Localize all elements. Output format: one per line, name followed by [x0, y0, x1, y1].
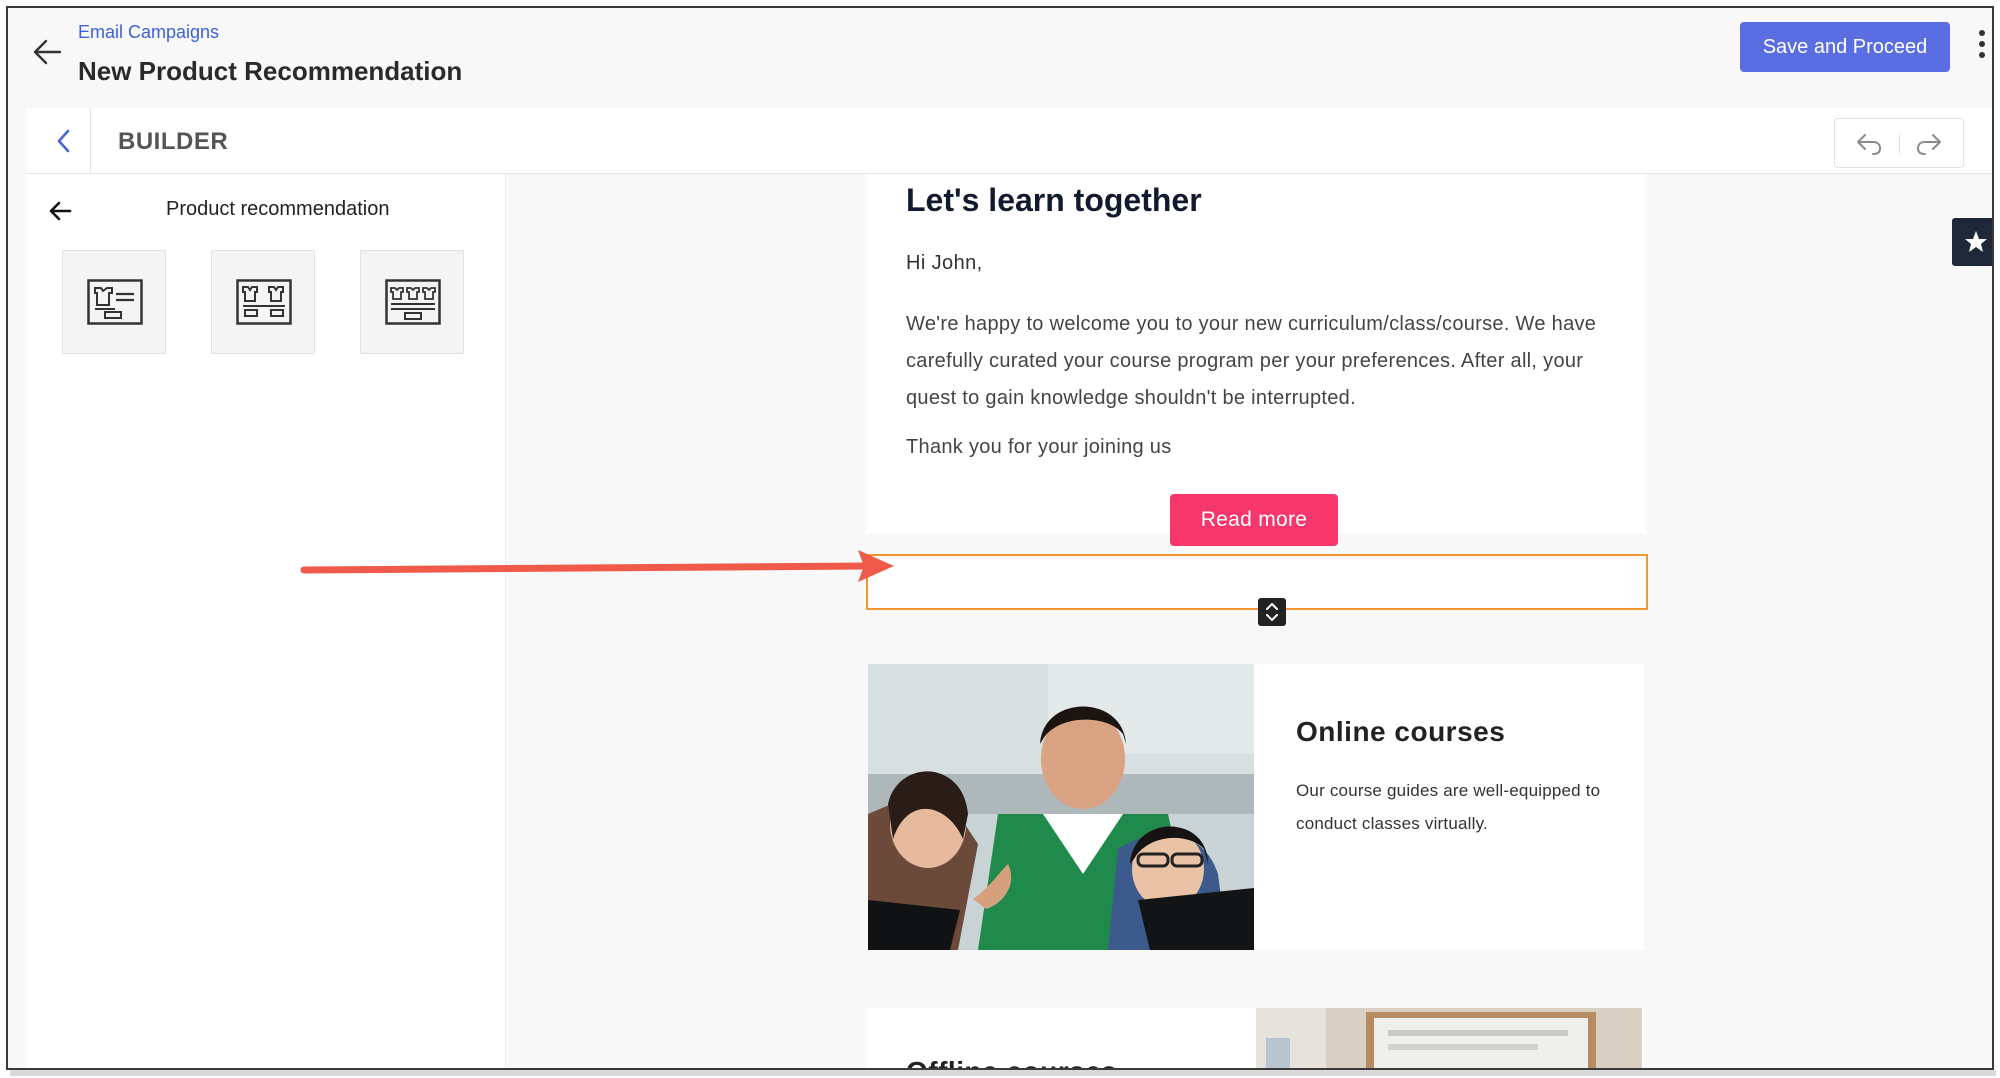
star-icon [1965, 231, 1987, 252]
app-window: Email Campaigns New Product Recommendati… [6, 6, 1994, 1070]
annotation-arrow-icon [300, 550, 894, 582]
favorite-tab[interactable] [1952, 218, 1992, 266]
window-shadow [10, 1070, 1996, 1076]
